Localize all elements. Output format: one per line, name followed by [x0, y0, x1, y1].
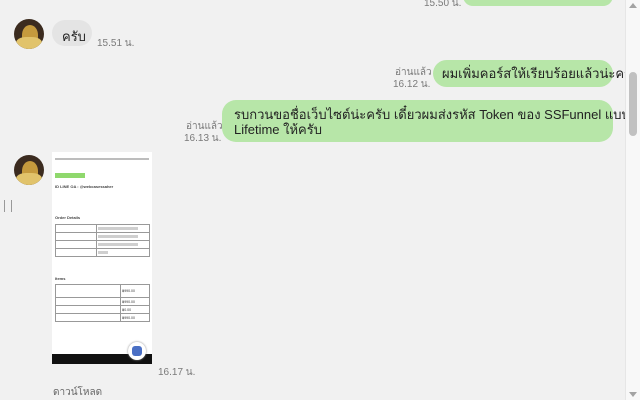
message-time: 15.51 น. — [97, 38, 135, 49]
download-link[interactable]: ดาวน์โหลด — [53, 385, 102, 400]
message-text: ผมเพิ่มคอร์สให้เรียบร้อยแล้วน่ะครับ — [442, 66, 626, 81]
doc-price: ฿0.00 — [120, 305, 150, 314]
doc-header-line — [55, 158, 149, 160]
outgoing-message-bubble[interactable]: รบกวนขอชื่อเว็บไซต์น่ะครับ เดี๋ยวผมส่งรห… — [222, 100, 626, 142]
highlight-mark — [55, 173, 85, 178]
outgoing-message-bubble[interactable] — [463, 0, 613, 6]
doc-price: ฿990.00 — [120, 313, 150, 322]
doc-line-id: ID LINE OA : @webcasessaher — [55, 184, 114, 189]
chat-window: 15.50 น. ครับ 15.51 น. อ่านแล้ว 16.12 น.… — [0, 0, 626, 400]
avatar[interactable] — [14, 155, 44, 185]
vertical-scrollbar[interactable] — [625, 0, 640, 400]
order-summary-table: ฿990.00 ฿990.00 ฿0.00 ฿990.00 — [55, 284, 150, 322]
doc-price: ฿990.00 — [120, 297, 150, 306]
image-attachment[interactable]: ID LINE OA : @webcasessaher Order Detail… — [52, 152, 152, 364]
avatar[interactable] — [14, 19, 44, 49]
chat-widget-icon — [128, 342, 146, 360]
message-time: 16.17 น. — [158, 367, 196, 378]
scroll-up-icon[interactable] — [629, 3, 637, 8]
scroll-thumb[interactable] — [629, 72, 637, 136]
message-time: 16.12 น. — [393, 79, 431, 90]
message-time: 16.13 น. — [184, 133, 222, 144]
resize-handle[interactable] — [4, 200, 12, 212]
scroll-down-icon[interactable] — [629, 392, 637, 397]
order-details-table — [55, 224, 150, 257]
doc-order-details: Order Details — [55, 215, 81, 220]
message-time: 15.50 น. — [424, 0, 462, 9]
doc-price: ฿990.00 — [120, 284, 150, 298]
outgoing-message-bubble[interactable]: ผมเพิ่มคอร์สให้เรียบร้อยแล้วน่ะครับ — [433, 60, 626, 87]
message-text: ครับ — [62, 29, 86, 44]
message-text-line-2: Lifetime ให้ครับ — [234, 122, 322, 137]
message-text-line-1: รบกวนขอชื่อเว็บไซต์น่ะครับ เดี๋ยวผมส่งรห… — [234, 107, 626, 122]
incoming-message-bubble[interactable]: ครับ — [52, 20, 92, 46]
doc-summary-title: Items — [55, 276, 66, 281]
